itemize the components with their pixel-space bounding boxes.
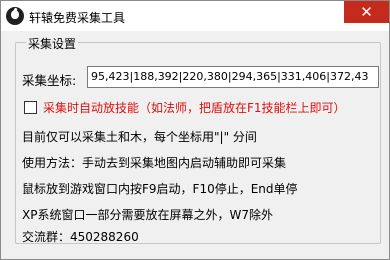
client-area: 采集设置 采集坐标: 95,423|188,392|220,380|294,36… xyxy=(9,32,381,251)
info-text-4: XP系统窗口一部分需要放在屏幕之外，W7除外 xyxy=(22,208,273,222)
app-window: 轩辕免费采集工具 ✕ 采集设置 采集坐标: 95,423|188,392|220… xyxy=(0,0,390,260)
groupbox-title: 采集设置 xyxy=(26,35,79,52)
close-button[interactable]: ✕ xyxy=(344,1,389,23)
info-text-2: 使用方法：手动去到采集地图内启动辅助即可采集 xyxy=(22,156,287,170)
window-title: 轩辕免费采集工具 xyxy=(29,11,126,25)
title-bar[interactable]: 轩辕免费采集工具 ✕ xyxy=(1,1,389,31)
settings-groupbox: 采集设置 采集坐标: 95,423|188,392|220,380|294,36… xyxy=(15,35,381,244)
info-text-3: 鼠标放到游戏窗口内按F9启动，F10停止，End单停 xyxy=(22,182,298,196)
qq-group-text: 交流群：450288260 xyxy=(22,230,139,244)
app-logo-icon xyxy=(6,7,24,25)
auto-skill-checkbox[interactable] xyxy=(24,101,37,114)
auto-skill-label[interactable]: 采集时自动放技能（如法师，把盾放在F1技能栏上即可） xyxy=(43,101,346,115)
coord-input[interactable]: 95,423|188,392|220,380|294,365|331,406|3… xyxy=(87,66,379,88)
auto-skill-option[interactable]: 采集时自动放技能（如法师，把盾放在F1技能栏上即可） xyxy=(24,99,346,116)
coord-label: 采集坐标: xyxy=(22,73,77,88)
info-text-1: 目前仅可以采集土和木，每个坐标用"|" 分间 xyxy=(22,130,257,144)
